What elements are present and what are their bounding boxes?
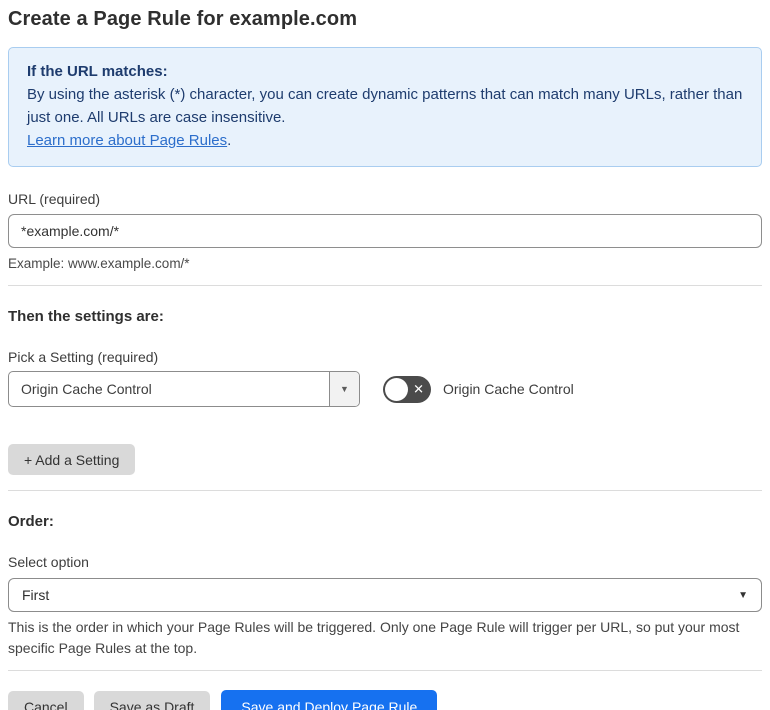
toggle-knob	[385, 377, 408, 401]
info-box-body: By using the asterisk (*) character, you…	[27, 86, 743, 126]
pick-setting-label: Pick a Setting (required)	[8, 349, 159, 365]
divider	[8, 285, 762, 286]
url-match-info-box: If the URL matches: By using the asteris…	[8, 47, 762, 167]
page-rule-form: Create a Page Rule for example.com If th…	[0, 8, 770, 710]
order-section-heading: Order:	[8, 513, 54, 530]
page-title: Create a Page Rule for example.com	[8, 8, 358, 30]
url-input[interactable]	[8, 214, 762, 248]
add-setting-button[interactable]: + Add a Setting	[8, 444, 136, 475]
info-box-heading: If the URL matches:	[27, 63, 168, 80]
setting-row: Origin Cache Control ▼ ✕ Origin Cache Co…	[8, 371, 762, 407]
origin-cache-control-toggle[interactable]: ✕	[383, 375, 431, 403]
toggle-off-x-icon: ✕	[413, 381, 424, 397]
toggle-label: Origin Cache Control	[443, 381, 574, 397]
save-and-deploy-button[interactable]: Save and Deploy Page Rule	[221, 690, 438, 710]
divider	[8, 670, 762, 671]
info-box-link-row: Learn more about Page Rules.	[27, 129, 743, 152]
chevron-down-icon: ▼	[738, 589, 748, 601]
cancel-button[interactable]: Cancel	[8, 690, 84, 710]
link-period: .	[227, 132, 232, 149]
chevron-down-icon: ▼	[340, 384, 349, 394]
order-select-label: Select option	[8, 554, 89, 570]
settings-section-heading: Then the settings are:	[8, 308, 164, 325]
order-select[interactable]: First ▼	[8, 578, 762, 612]
url-example-text: Example: www.example.com/*	[8, 256, 190, 271]
order-help-text: This is the order in which your Page Rul…	[8, 619, 740, 656]
url-field-label: URL (required)	[8, 191, 101, 207]
setting-select[interactable]: Origin Cache Control ▼	[8, 371, 360, 407]
footer-actions: Cancel Save as Draft Save and Deploy Pag…	[8, 690, 762, 710]
setting-select-value: Origin Cache Control	[21, 381, 152, 397]
learn-more-link[interactable]: Learn more about Page Rules	[27, 132, 227, 149]
order-select-value: First	[22, 587, 50, 603]
setting-select-arrow-button[interactable]: ▼	[329, 372, 359, 406]
divider	[8, 490, 762, 491]
save-as-draft-button[interactable]: Save as Draft	[93, 690, 211, 710]
